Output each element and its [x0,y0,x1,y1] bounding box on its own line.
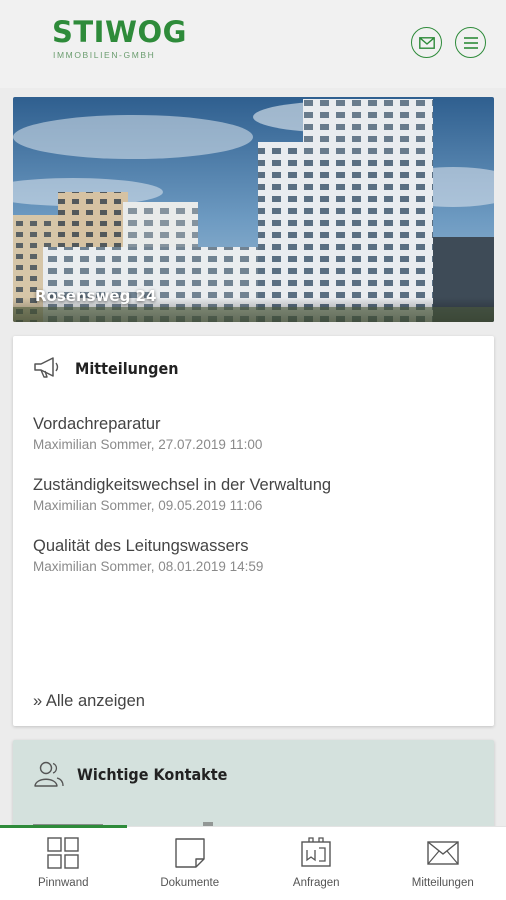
news-item-meta: Maximilian Sommer, 27.07.2019 11:00 [33,437,263,452]
grid-icon [47,837,79,869]
app-header: STIWOG IMMOBILIEN-GMBH [0,0,506,88]
show-all-link[interactable]: » Alle anzeigen [33,692,145,711]
bottom-tab-bar: Pinnwand Dokumente Anfragen Mitteilungen [0,825,506,900]
clipboard-icon [301,837,331,867]
news-item-meta: Maximilian Sommer, 08.01.2019 14:59 [33,559,264,574]
contacts-icon [34,761,64,787]
envelope-icon [427,841,459,865]
mail-icon [418,36,435,49]
tab-label: Pinnwand [37,877,89,889]
tab-label: Mitteilungen [411,877,474,889]
document-icon [175,838,205,868]
menu-icon [463,36,478,49]
news-item-title: Qualität des Leitungswassers [33,537,249,555]
news-card: Mitteilungen Vordachreparatur Maximilian… [13,336,494,726]
tab-dokumente[interactable]: Dokumente [127,827,254,900]
news-item-meta: Maximilian Sommer, 09.05.2019 11:06 [33,498,263,513]
news-item-title: Vordachreparatur [33,415,161,433]
tab-pinnwand[interactable]: Pinnwand [0,827,127,900]
tab-label: Dokumente [160,877,220,889]
contacts-card-header: Wichtige Kontakte [33,760,244,788]
news-item[interactable]: Vordachreparatur Maximilian Sommer, 27.0… [33,414,473,475]
news-card-header: Mitteilungen [33,356,190,380]
news-list: Vordachreparatur Maximilian Sommer, 27.0… [33,414,473,597]
contacts-heading: Wichtige Kontakte [77,764,228,784]
active-tab-indicator [0,825,127,828]
logo-subtitle: IMMOBILIEN-GMBH [53,50,156,60]
news-item[interactable]: Zuständigkeitswechsel in der Verwaltung … [33,475,473,536]
news-item-title: Zuständigkeitswechsel in der Verwaltung [33,476,332,494]
tab-label: Anfragen [292,877,340,889]
property-title: Rosensweg 24 [35,287,157,305]
mail-button[interactable] [411,27,442,58]
stiwog-logo: STIWOG IMMOBILIEN-GMBH [52,15,187,74]
megaphone-icon [34,357,59,378]
news-item[interactable]: Qualität des Leitungswassers Maximilian … [33,536,473,597]
property-hero[interactable]: Rosensweg 24 [13,97,494,322]
news-heading: Mitteilungen [75,358,179,378]
logo-wordmark: STIWOG [52,15,187,49]
tab-mitteilungen[interactable]: Mitteilungen [380,827,506,900]
menu-button[interactable] [455,27,486,58]
tab-anfragen[interactable]: Anfragen [253,827,380,900]
